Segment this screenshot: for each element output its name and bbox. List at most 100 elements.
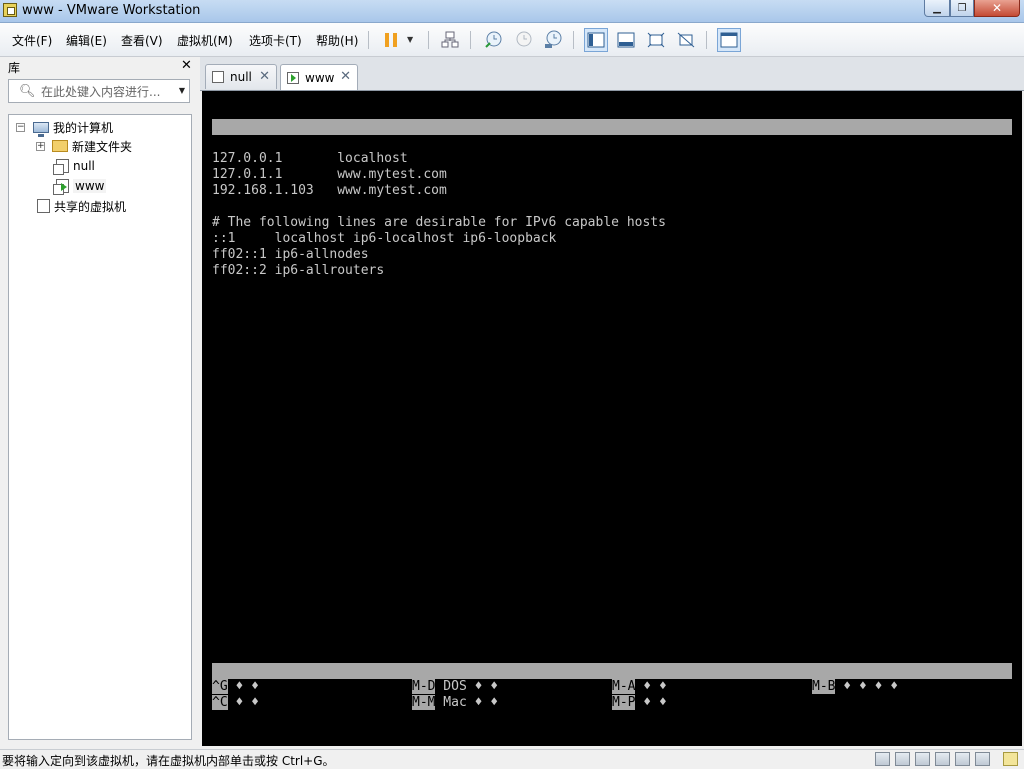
shortcut-label: ♦ ♦ [227,679,259,694]
file-line: 127.0.0.1 localhost [212,151,408,166]
tab-strip: null ✕ www ✕ [200,57,1024,91]
window-title: www - VMware Workstation [22,3,201,18]
menu-edit[interactable]: 编辑(E) [66,32,107,49]
shortcut-label: ♦ ♦ [635,695,667,710]
menu-vm[interactable]: 虚拟机(M) [177,32,233,49]
status-message: 要将输入定向到该虚拟机，请在虚拟机内部单击或按 Ctrl+G。 [2,754,335,768]
unity-icon [677,32,695,48]
library-header: 库 ✕ [0,57,198,77]
menu-view[interactable]: 查看(V) [121,32,163,49]
restore-button[interactable]: ❐ [950,0,974,17]
usb-icon[interactable] [935,752,950,766]
tree-item-my-computer[interactable]: 我的计算机 [33,118,114,137]
fullscreen-icon [647,32,665,48]
shortcut-key: M-P [612,695,636,710]
shortcut: M-B ♦ ♦ ♦ ♦ [812,679,898,695]
tree-item-vm-null[interactable]: null [53,157,95,175]
shortcut: ^G ♦ ♦ [212,679,259,695]
message-log-icon[interactable] [1003,752,1018,766]
thumbnail-view-icon [617,32,635,48]
vm-icon [212,71,224,83]
collapse-icon[interactable]: − [16,123,25,132]
close-window-button[interactable]: ✕ [974,0,1020,17]
tree-item-vm-www[interactable]: www [53,177,107,195]
console-view-button[interactable] [717,28,741,52]
show-library-button[interactable] [584,28,608,52]
menu-tabs[interactable]: 选项卡(T) [249,32,302,49]
shortcut: M-P ♦ ♦ [612,695,667,711]
revert-snapshot-button[interactable] [511,28,535,52]
vm-icon [53,159,69,175]
nano-status: ♦ ♦ ♦ [950,167,990,182]
tab-null[interactable]: null ✕ [205,64,277,89]
tab-www[interactable]: www ✕ [280,64,358,90]
tab-label: null [230,70,252,84]
take-snapshot-button[interactable] [481,28,505,52]
tree-item-label: null [73,159,95,173]
network-adapter-icon[interactable] [915,752,930,766]
close-library-icon[interactable]: ✕ [181,58,192,73]
file-line: ff02::1 ip6-allnodes [212,247,369,262]
full-screen-button[interactable] [644,28,668,52]
file-line: 127.0.1.1 www.mytest.com [212,167,447,182]
tree-item-new-folder[interactable]: 新建文件夹 [52,137,132,155]
printer-icon[interactable] [955,752,970,766]
minimize-button[interactable]: ▁ [924,0,950,17]
close-tab-icon[interactable]: ✕ [340,69,351,84]
file-line: ::1 localhost ip6-localhost ip6-loopback [212,231,557,246]
folder-icon [52,140,68,152]
shortcut-label: ♦ ♦ [635,679,667,694]
shortcut: M-M Mac ♦ ♦ [412,695,498,711]
send-ctrl-alt-del-button[interactable] [438,28,462,52]
snapshot-manager-button[interactable] [541,28,565,52]
title-bar: www - VMware Workstation ▁ ❐ ✕ [0,0,1024,23]
thumbnail-bar-button[interactable] [614,28,638,52]
vm-console-screen[interactable]: GNU nano 2.2.6 ♦ ♦ ♦ /etc/hosts ♦ ♦ ♦ 12… [202,91,1022,746]
toolbar-separator [470,31,471,49]
chevron-down-icon[interactable]: ▼ [407,35,413,44]
file-line: ff02::2 ip6-allrouters [212,263,385,278]
toolbar-separator [706,31,707,49]
sound-icon[interactable] [975,752,990,766]
tree-item-label: 新建文件夹 [72,139,133,154]
pause-vm-button[interactable] [379,28,403,52]
shortcut-key: ^G [212,679,228,694]
hard-disk-icon[interactable] [875,752,890,766]
vm-running-icon [287,71,299,84]
pause-icon [385,33,397,47]
search-icon: 🔍︎ [19,84,36,99]
chevron-down-icon[interactable]: ▼ [179,86,185,95]
tree-item-label: 共享的虚拟机 [54,199,127,214]
tab-label: www [305,70,335,85]
console-view-icon [720,32,738,48]
status-bar: 要将输入定向到该虚拟机，请在虚拟机内部单击或按 Ctrl+G。 [0,749,1024,769]
revert-clock-icon [516,31,532,47]
shortcut-label: DOS ♦ ♦ [435,679,499,694]
unity-button[interactable] [674,28,698,52]
tree-item-label: 我的计算机 [53,120,114,135]
nano-filename: ♦ ♦ ♦ /etc/hosts [508,151,642,166]
expand-icon[interactable]: + [36,142,45,151]
device-tray [875,752,1018,766]
nano-version: GNU nano 2.2.6 [243,135,369,150]
library-search[interactable]: 🔍︎ ▼ [8,79,190,103]
file-line: # The following lines are desirable for … [212,215,666,230]
close-tab-icon[interactable]: ✕ [259,69,270,84]
shortcut: ^C ♦ ♦ [212,695,259,711]
shortcut-label: ♦ ♦ ♦ ♦ [835,679,899,694]
shortcut-key: ^C [212,695,228,710]
menu-help[interactable]: 帮助(H) [316,32,358,49]
shortcut-key: M-M [412,695,436,710]
shortcut-label: Mac ♦ ♦ [435,695,499,710]
library-search-input[interactable] [39,82,173,102]
cd-rom-icon[interactable] [895,752,910,766]
shared-vm-icon [37,199,50,213]
network-icon [441,31,459,48]
shortcut-label: ♦ ♦ [227,695,259,710]
shortcut: M-A ♦ ♦ [612,679,667,695]
vmware-app-icon [3,3,17,17]
snapshot-clock-icon [485,31,502,48]
menu-file[interactable]: 文件(F) [12,32,52,49]
toolbar-separator [428,31,429,49]
tree-item-shared-vms[interactable]: 共享的虚拟机 [37,197,126,215]
